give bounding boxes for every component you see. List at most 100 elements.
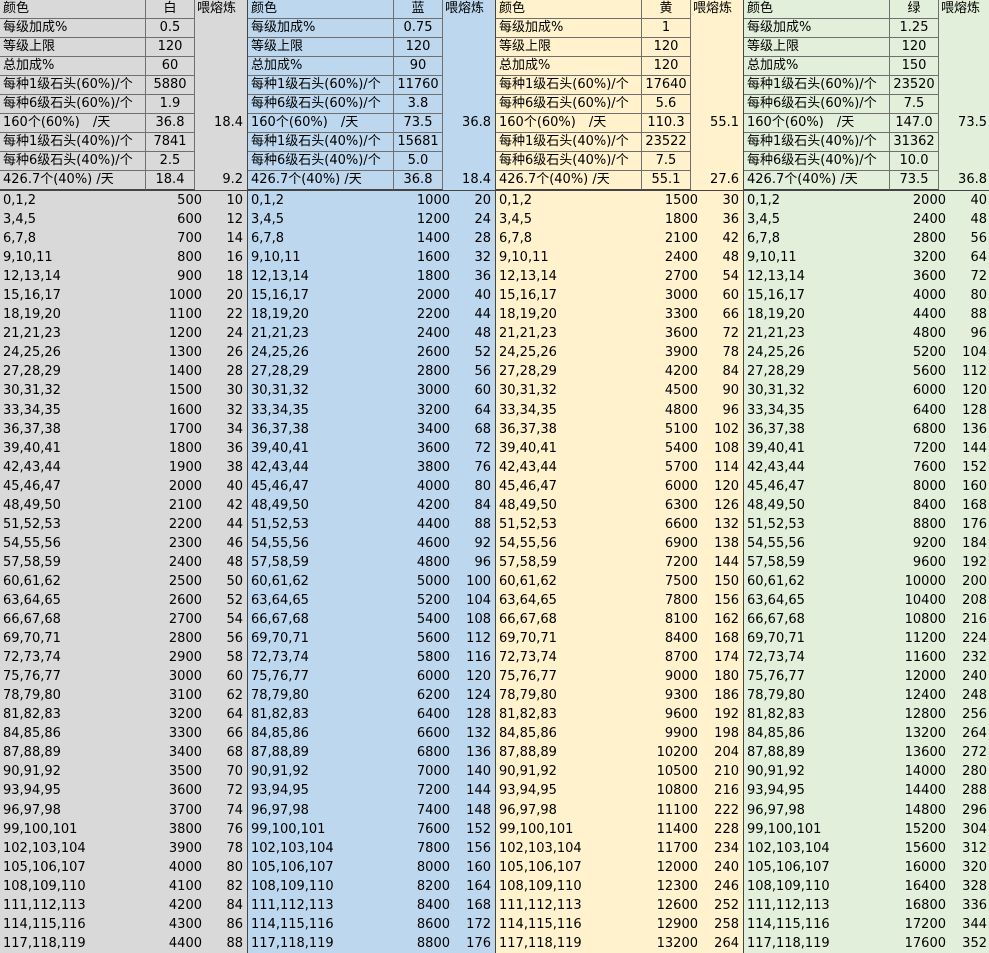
cost-cell[interactable]: 5400: [394, 610, 454, 629]
feed-cell[interactable]: 126: [702, 496, 743, 515]
feed-160-cell[interactable]: 18.4: [195, 114, 247, 133]
color-name-cell[interactable]: 绿: [890, 0, 939, 19]
feed-cell[interactable]: 32: [454, 248, 495, 267]
cost-cell[interactable]: 2100: [146, 496, 206, 515]
level-group-cell[interactable]: 105,106,107: [248, 858, 394, 877]
cost-cell[interactable]: 10800: [642, 781, 702, 800]
cost-cell[interactable]: 4400: [394, 515, 454, 534]
cost-cell[interactable]: 8700: [642, 648, 702, 667]
level-group-cell[interactable]: 114,115,116: [744, 915, 890, 934]
feed-cell[interactable]: 22: [206, 305, 247, 324]
level-group-cell[interactable]: 12,13,14: [744, 267, 890, 286]
level-group-cell[interactable]: 78,79,80: [248, 686, 394, 705]
level-group-cell[interactable]: 9,10,11: [248, 248, 394, 267]
cost-cell[interactable]: 2700: [642, 267, 702, 286]
feed-cell[interactable]: 84: [702, 362, 743, 381]
empty-cell[interactable]: [195, 57, 247, 76]
feed-cell[interactable]: 102: [702, 420, 743, 439]
cost-cell[interactable]: 12000: [642, 858, 702, 877]
row-label-cell[interactable]: 每级加成%: [496, 19, 642, 38]
empty-cell[interactable]: [195, 19, 247, 38]
level-group-cell[interactable]: 42,43,44: [496, 458, 642, 477]
cost-cell[interactable]: 1600: [394, 248, 454, 267]
feed-cell[interactable]: 200: [950, 572, 989, 591]
level-group-cell[interactable]: 0,1,2: [0, 191, 146, 210]
level-group-cell[interactable]: 45,46,47: [248, 477, 394, 496]
cost-cell[interactable]: 7400: [394, 801, 454, 820]
cost-cell[interactable]: 3900: [146, 839, 206, 858]
level-group-cell[interactable]: 93,94,95: [744, 781, 890, 800]
cost-cell[interactable]: 5800: [394, 648, 454, 667]
row-label-cell[interactable]: 每级加成%: [0, 19, 146, 38]
feed-cell[interactable]: 296: [950, 801, 989, 820]
feed-cell[interactable]: 160: [454, 858, 495, 877]
level-group-cell[interactable]: 54,55,56: [744, 534, 890, 553]
feed-cell[interactable]: 120: [950, 381, 989, 400]
cost-cell[interactable]: 1200: [146, 324, 206, 343]
row-label-cell[interactable]: 每种6级石头(60%)/个: [248, 95, 394, 114]
cost-cell[interactable]: 1800: [394, 267, 454, 286]
row-label-cell[interactable]: 160个(60%) /天: [0, 114, 146, 133]
cost-cell[interactable]: 2600: [146, 591, 206, 610]
empty-cell[interactable]: [443, 95, 495, 114]
cost-cell[interactable]: 13200: [890, 724, 950, 743]
cost-cell[interactable]: 1500: [146, 381, 206, 400]
feed-cell[interactable]: 136: [454, 743, 495, 762]
level-group-cell[interactable]: 90,91,92: [744, 762, 890, 781]
level-group-cell[interactable]: 84,85,86: [0, 724, 146, 743]
cost-cell[interactable]: 12900: [642, 915, 702, 934]
cost-cell[interactable]: 5100: [642, 420, 702, 439]
feed-cell[interactable]: 186: [702, 686, 743, 705]
feed-cell[interactable]: 180: [702, 667, 743, 686]
level-group-cell[interactable]: 21,21,23: [0, 324, 146, 343]
level-group-cell[interactable]: 99,100,101: [496, 820, 642, 839]
feed-cell[interactable]: 140: [454, 762, 495, 781]
feed-cell[interactable]: 124: [454, 686, 495, 705]
level-group-cell[interactable]: 15,16,17: [248, 286, 394, 305]
cost-cell[interactable]: 4200: [642, 362, 702, 381]
feed-426-cell[interactable]: 27.6: [691, 171, 743, 190]
row-label-cell[interactable]: 每种6级石头(40%)/个: [248, 152, 394, 171]
empty-cell[interactable]: [691, 76, 743, 95]
level-group-cell[interactable]: 33,34,35: [248, 401, 394, 420]
cost-cell[interactable]: 8800: [890, 515, 950, 534]
empty-cell[interactable]: [691, 57, 743, 76]
cost-cell[interactable]: 2000: [394, 286, 454, 305]
level-group-cell[interactable]: 72,73,74: [0, 648, 146, 667]
cost-cell[interactable]: 4000: [146, 858, 206, 877]
level-group-cell[interactable]: 0,1,2: [496, 191, 642, 210]
cost-cell[interactable]: 1700: [146, 420, 206, 439]
feed-header-cell[interactable]: 喂熔炼: [195, 0, 247, 19]
feed-cell[interactable]: 90: [702, 381, 743, 400]
cost-cell[interactable]: 3600: [394, 439, 454, 458]
cost-cell[interactable]: 4400: [146, 934, 206, 953]
feed-cell[interactable]: 40: [950, 191, 989, 210]
summary-value-cell[interactable]: 120: [642, 57, 691, 76]
level-group-cell[interactable]: 81,82,83: [0, 705, 146, 724]
row-label-cell[interactable]: 等级上限: [744, 38, 890, 57]
summary-value-cell[interactable]: 73.5: [890, 171, 939, 190]
feed-cell[interactable]: 76: [454, 458, 495, 477]
feed-cell[interactable]: 72: [950, 267, 989, 286]
feed-cell[interactable]: 88: [206, 934, 247, 953]
feed-cell[interactable]: 272: [950, 743, 989, 762]
level-group-cell[interactable]: 42,43,44: [248, 458, 394, 477]
level-group-cell[interactable]: 99,100,101: [248, 820, 394, 839]
feed-cell[interactable]: 224: [950, 629, 989, 648]
level-group-cell[interactable]: 21,21,23: [744, 324, 890, 343]
level-group-cell[interactable]: 93,94,95: [248, 781, 394, 800]
cost-cell[interactable]: 9200: [890, 534, 950, 553]
row-label-cell[interactable]: 160个(60%) /天: [744, 114, 890, 133]
feed-cell[interactable]: 258: [702, 915, 743, 934]
cost-cell[interactable]: 3400: [146, 743, 206, 762]
level-group-cell[interactable]: 75,76,77: [744, 667, 890, 686]
cost-cell[interactable]: 5700: [642, 458, 702, 477]
level-group-cell[interactable]: 3,4,5: [0, 210, 146, 229]
empty-cell[interactable]: [195, 76, 247, 95]
level-group-cell[interactable]: 39,40,41: [496, 439, 642, 458]
row-label-cell[interactable]: 每种1级石头(60%)/个: [744, 76, 890, 95]
cost-cell[interactable]: 6600: [642, 515, 702, 534]
summary-value-cell[interactable]: 1: [642, 19, 691, 38]
cost-cell[interactable]: 8100: [642, 610, 702, 629]
row-label-cell[interactable]: 每种6级石头(40%)/个: [744, 152, 890, 171]
